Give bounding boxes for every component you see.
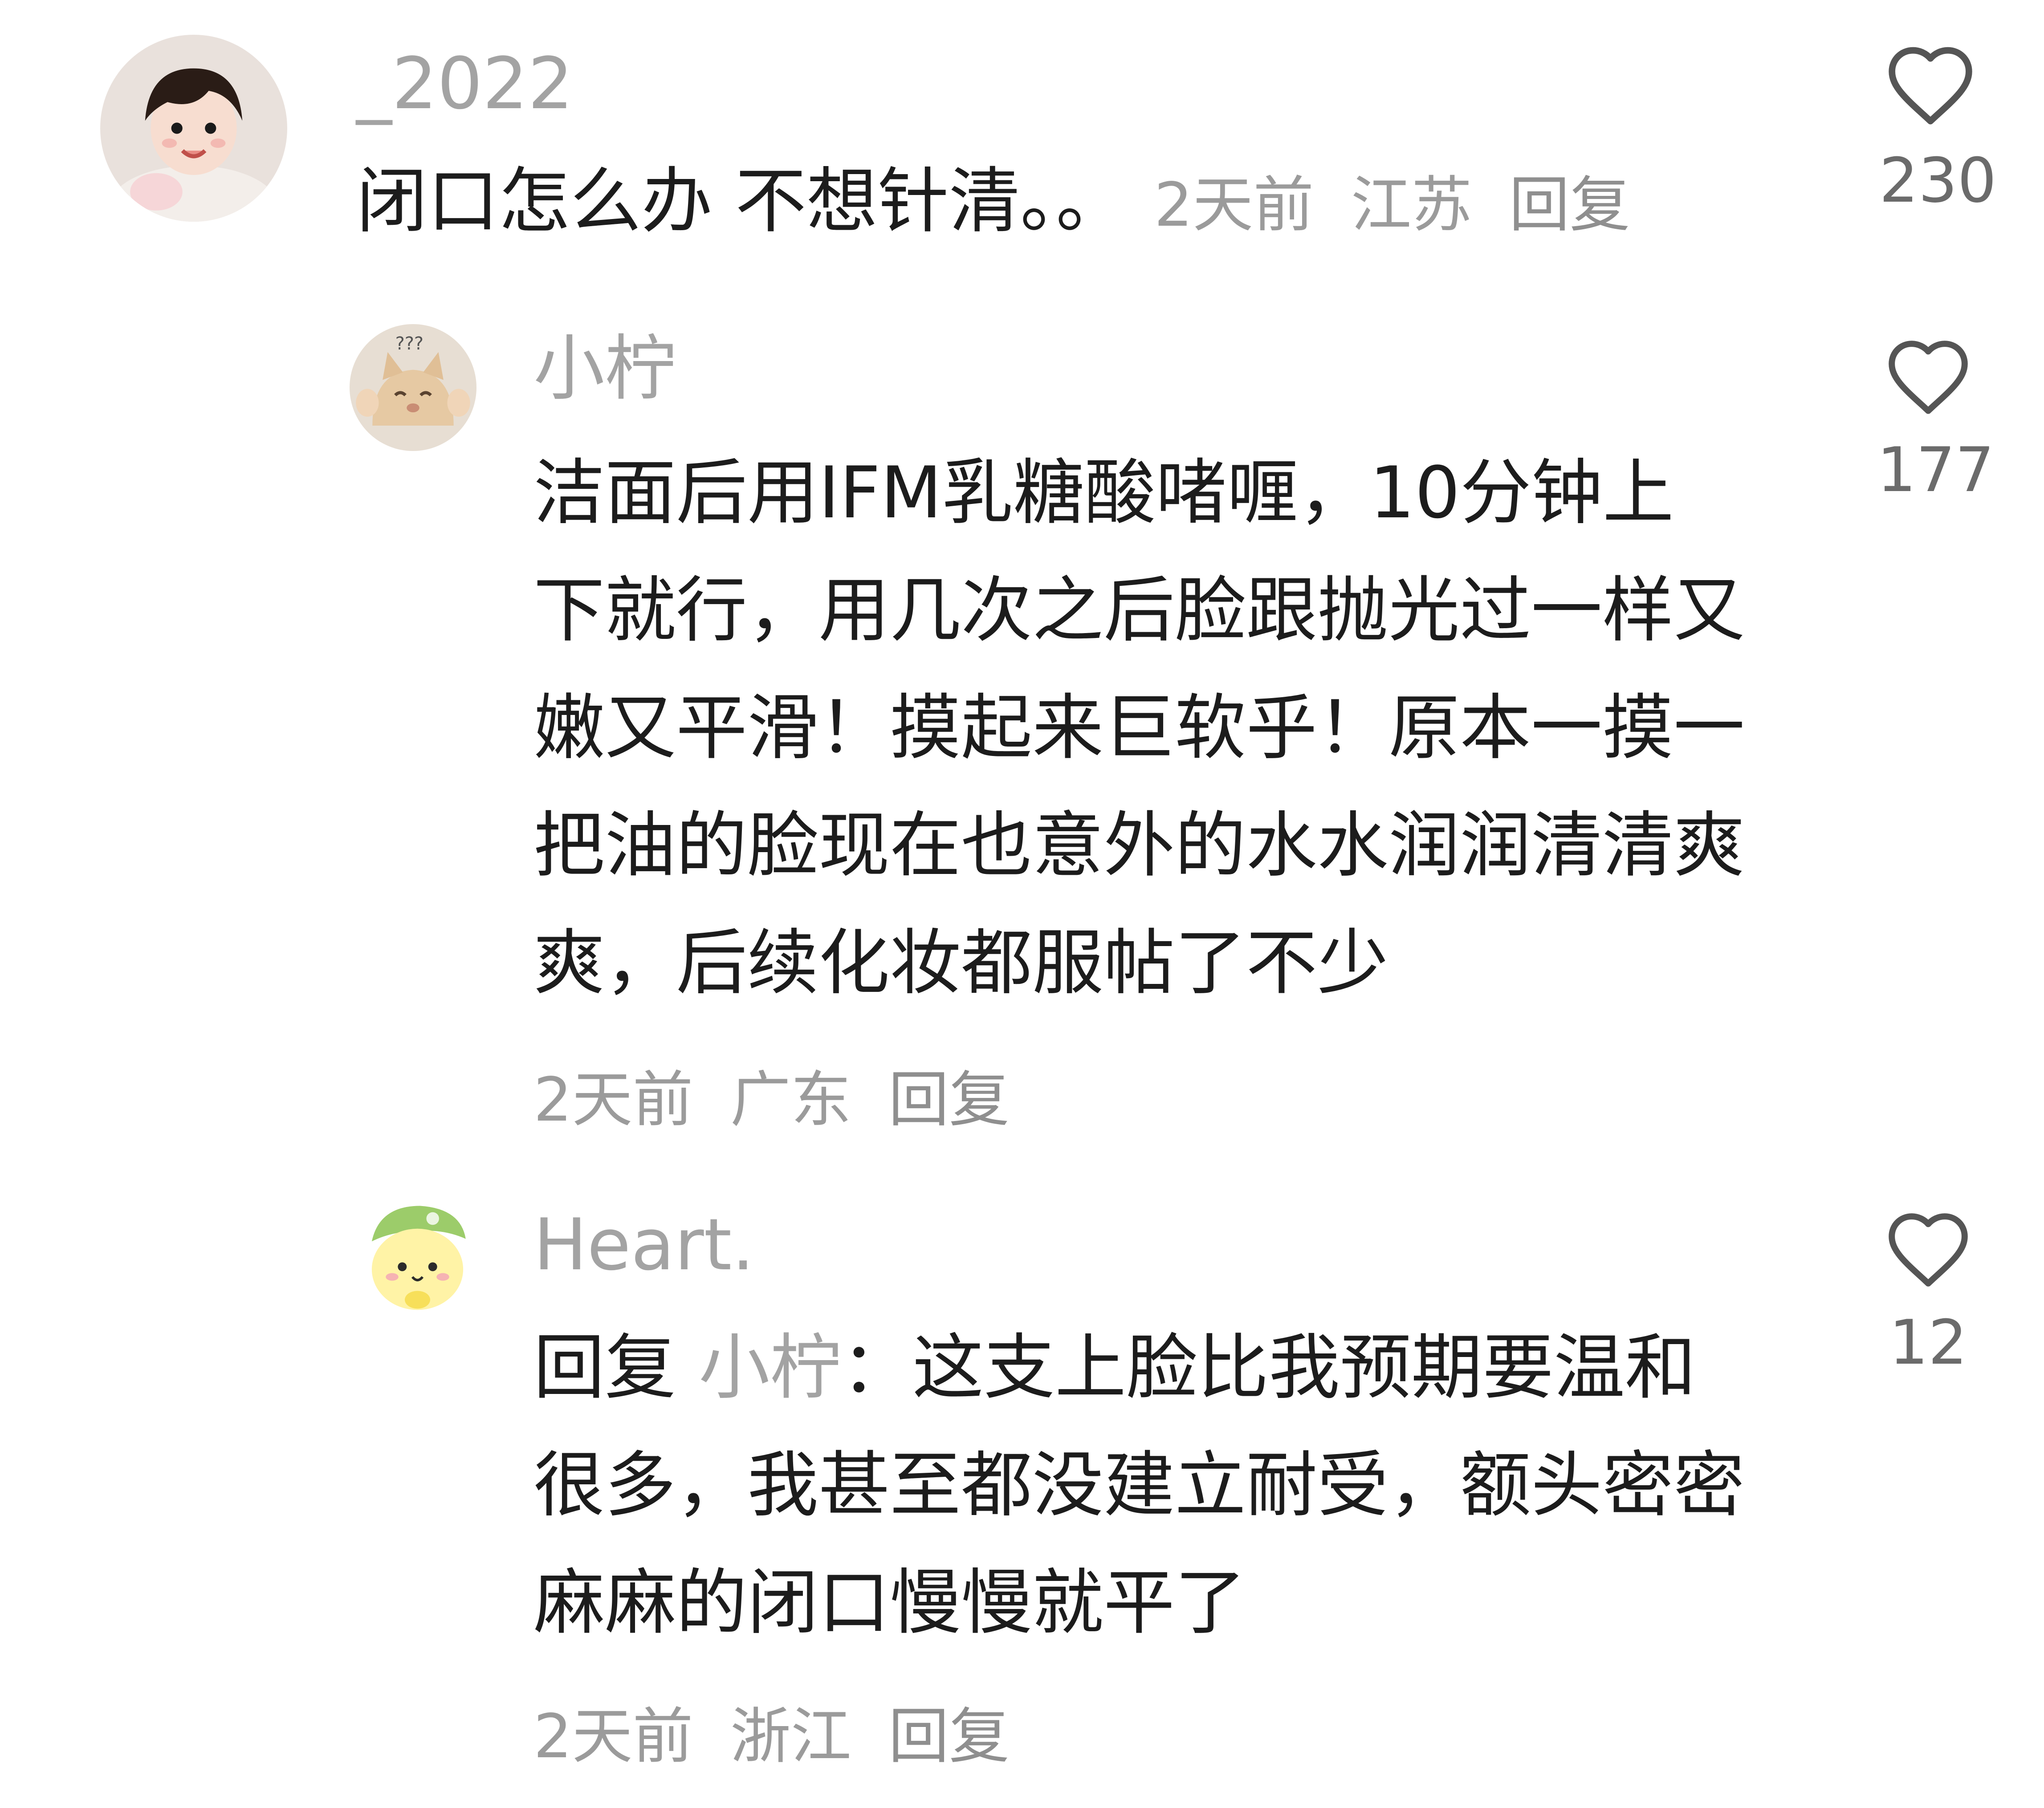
- comment-time: 2天前: [1154, 170, 1314, 240]
- reply-meta: 2天前 广东 回复: [533, 1051, 1027, 1138]
- reply-text: 回复 小柠：这支上脸比我预期要温和很多，我甚至都没建立耐受，额头密密麻麻的闭口慢…: [533, 1309, 1745, 1662]
- comment-username[interactable]: _2022: [356, 48, 573, 119]
- heart-icon: [1889, 341, 1968, 414]
- comment-body: 闭口怎么办 不想针清。。: [356, 159, 1127, 243]
- reply-button[interactable]: 回复: [1509, 170, 1630, 240]
- reply-username[interactable]: Heart.: [533, 1209, 754, 1280]
- avatar[interactable]: ???: [350, 324, 476, 451]
- reply-time: 2天前: [533, 1065, 693, 1135]
- like-count: 12: [1889, 1307, 1967, 1378]
- avatar[interactable]: [100, 35, 287, 222]
- reply-meta: 2天前 浙江 回复: [533, 1687, 1027, 1775]
- reply-button[interactable]: 回复: [888, 1065, 1010, 1135]
- comment-meta: 2天前 江苏 回复: [1154, 170, 1648, 240]
- reply-location: 浙江: [730, 1702, 851, 1772]
- comment-thread: _2022 闭口怎么办 不想针清。。 2天前 江苏 回复 230 ??? 小柠 …: [0, 0, 2044, 1808]
- reply-prefix: 回复: [533, 1326, 676, 1409]
- comment-location: 江苏: [1351, 170, 1472, 240]
- like-button[interactable]: 12: [1877, 1209, 1979, 1373]
- like-count: 230: [1879, 145, 1997, 216]
- baby-photo-avatar-icon: [100, 35, 287, 222]
- like-count: 177: [1877, 434, 1995, 506]
- comment-text: 闭口怎么办 不想针清。。 2天前 江苏 回复: [356, 142, 1737, 264]
- reply-username[interactable]: 小柠: [533, 333, 676, 404]
- cat-avatar-icon: ???: [350, 324, 476, 451]
- reply-target-username[interactable]: 小柠: [699, 1326, 841, 1409]
- reply-location: 广东: [730, 1065, 851, 1135]
- avatar[interactable]: [354, 1193, 481, 1320]
- reply-text: 洁面后用IFM乳糖酸啫喱，10分钟上下就行，用几次之后脸跟抛光过一样又嫩又平滑！…: [533, 451, 1745, 1004]
- heart-icon: [1889, 47, 1972, 125]
- like-button[interactable]: 230: [1879, 42, 1997, 216]
- reply-button[interactable]: 回复: [888, 1702, 1010, 1772]
- heart-icon: [1889, 1213, 1968, 1287]
- reply-time: 2天前: [533, 1702, 693, 1772]
- lemon-cartoon-avatar-icon: [354, 1193, 481, 1320]
- reply-colon: ：: [841, 1326, 912, 1409]
- like-button[interactable]: 177: [1877, 336, 1995, 506]
- svg-text:???: ???: [395, 333, 424, 354]
